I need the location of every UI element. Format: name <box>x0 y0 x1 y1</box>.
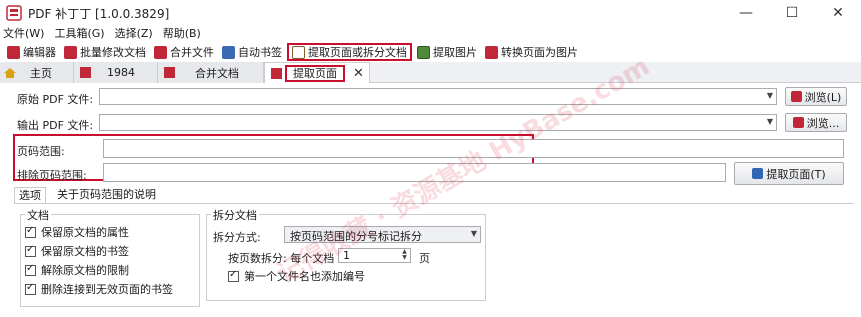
toolbar-editor-label: 编辑器 <box>23 46 56 59</box>
browse-output-button[interactable]: 浏览... <box>785 113 847 132</box>
checkbox-checked-icon <box>25 282 36 295</box>
pdf-icon <box>80 67 91 78</box>
tab-1984[interactable]: 1984 <box>74 62 158 83</box>
toolbar-auto-bookmark-button[interactable]: 自动书签 <box>219 43 285 61</box>
browse-source-button[interactable]: 浏览(L) <box>785 87 847 106</box>
split-group-title: 拆分文档 <box>211 207 259 223</box>
maximize-button[interactable]: ☐ <box>769 0 815 26</box>
minimize-button[interactable]: — <box>723 0 769 26</box>
split-method-value: 按页码范围的分号标记拆分 <box>290 230 422 243</box>
merge-icon <box>154 45 167 59</box>
batch-edit-icon <box>64 45 77 59</box>
toolbar-convert-label: 转换页面为图片 <box>501 46 578 59</box>
per-page-stepper[interactable]: 1 ▲ ▼ <box>338 248 411 263</box>
app-logo-icon <box>6 5 22 21</box>
source-file-label: 原始 PDF 文件: <box>17 93 94 106</box>
split-method-select[interactable]: 按页码范围的分号标记拆分 ▼ <box>284 226 481 243</box>
keep-bookmarks-checkbox[interactable]: 保留原文档的书签 <box>25 243 129 259</box>
pdf-icon <box>164 67 175 78</box>
chevron-down-icon: ▼ <box>766 117 773 126</box>
chevron-down-icon: ▼ <box>766 91 773 100</box>
convert-to-image-icon <box>485 45 498 59</box>
menu-bar: 文件(W) 工具箱(G) 选择(Z) 帮助(B) <box>0 26 861 42</box>
checkbox-checked-icon <box>25 225 36 238</box>
keep-properties-checkbox[interactable]: 保留原文档的属性 <box>25 224 129 240</box>
checkbox-checked-icon <box>25 244 36 257</box>
document-group-title: 文档 <box>25 207 51 223</box>
toolbar-auto-bookmark-label: 自动书签 <box>238 46 282 59</box>
toolbar-merge-button[interactable]: 合并文件 <box>151 43 217 61</box>
editor-icon <box>7 45 20 59</box>
tab-home-label: 主页 <box>30 66 52 80</box>
output-file-combobox[interactable]: ▼ <box>99 114 777 131</box>
tab-merge-docs[interactable]: 合并文档 <box>158 62 264 83</box>
stepper-arrows-icon[interactable]: ▲ ▼ <box>400 249 409 261</box>
toolbar-convert-button[interactable]: 转换页面为图片 <box>482 43 581 61</box>
window-title: PDF 补丁丁 [1.0.0.3829] <box>28 7 170 21</box>
toolbar-editor-button[interactable]: 编辑器 <box>4 43 59 61</box>
page-range-input[interactable] <box>103 139 844 158</box>
source-file-combobox[interactable]: ▼ <box>99 88 777 105</box>
home-icon <box>4 67 16 78</box>
tab-close-icon[interactable]: ✕ <box>353 66 364 81</box>
menu-select[interactable]: 选择(Z) <box>110 26 158 42</box>
page-range-label: 页码范围: <box>17 145 65 158</box>
first-file-number-checkbox[interactable]: 第一个文件名也添加编号 <box>228 268 365 284</box>
menu-help[interactable]: 帮助(B) <box>158 26 206 42</box>
menu-file[interactable]: 文件(W) <box>0 26 49 42</box>
toolbar-batch-edit-button[interactable]: 批量修改文档 <box>61 43 149 61</box>
pdf-icon <box>271 67 282 79</box>
remove-restrictions-label: 解除原文档的限制 <box>41 264 129 277</box>
toolbar-merge-label: 合并文件 <box>170 46 214 59</box>
first-file-number-label: 第一个文件名也添加编号 <box>244 270 365 283</box>
remove-restrictions-checkbox[interactable]: 解除原文档的限制 <box>25 262 129 278</box>
title-bar: PDF 补丁丁 [1.0.0.3829] — ☐ ✕ <box>0 0 861 26</box>
save-icon <box>752 168 764 179</box>
extract-images-icon <box>417 45 430 59</box>
tab-merge-docs-label: 合并文档 <box>195 66 239 80</box>
tab-extract-pages[interactable]: 提取页面 ✕ <box>264 62 370 83</box>
tab-home[interactable]: 主页 <box>0 62 74 83</box>
extract-pages-icon <box>292 45 305 59</box>
exclude-range-input[interactable] <box>103 163 726 182</box>
per-page-value: 1 <box>343 249 350 262</box>
toolbar-extract-split-button[interactable]: 提取页面或拆分文档 <box>287 43 412 61</box>
toolbar: 编辑器 批量修改文档 合并文件 自动书签 提取页面或拆分文档 提取图片 转换页面… <box>0 42 861 62</box>
toolbar-extract-images-label: 提取图片 <box>433 46 477 59</box>
exclude-range-label: 排除页码范围: <box>17 169 87 182</box>
keep-properties-label: 保留原文档的属性 <box>41 226 129 239</box>
document-tab-strip: 主页 1984 合并文档 提取页面 ✕ <box>0 62 861 83</box>
toolbar-extract-images-button[interactable]: 提取图片 <box>414 43 480 61</box>
browse-output-label: 浏览... <box>806 116 840 130</box>
delete-invalid-bookmarks-checkbox[interactable]: 删除连接到无效页面的书签 <box>25 281 173 297</box>
split-method-label: 拆分方式: <box>213 231 261 244</box>
pdf-icon <box>790 91 802 102</box>
output-file-label: 输出 PDF 文件: <box>17 119 94 132</box>
menu-toolbox[interactable]: 工具箱(G) <box>49 26 109 42</box>
chevron-down-icon: ▼ <box>470 229 477 238</box>
per-page-label: 按页数拆分: 每个文档 <box>228 252 335 265</box>
close-button[interactable]: ✕ <box>815 0 861 26</box>
delete-invalid-bookmarks-label: 删除连接到无效页面的书签 <box>41 283 173 296</box>
tab-1984-label: 1984 <box>107 66 135 79</box>
tab-extract-pages-label: 提取页面 <box>285 64 345 82</box>
pdf-icon <box>792 117 804 128</box>
toolbar-batch-edit-label: 批量修改文档 <box>80 46 146 59</box>
tab-page-range-help[interactable]: 关于页码范围的说明 <box>53 187 160 204</box>
bookmark-icon <box>222 45 235 59</box>
checkbox-checked-icon <box>25 263 36 276</box>
per-page-unit: 页 <box>419 252 430 265</box>
extract-pages-button-label: 提取页面(T) <box>766 167 826 181</box>
extract-pages-button[interactable]: 提取页面(T) <box>734 162 844 185</box>
toolbar-extract-split-label: 提取页面或拆分文档 <box>308 46 407 59</box>
keep-bookmarks-label: 保留原文档的书签 <box>41 245 129 258</box>
browse-source-label: 浏览(L) <box>804 90 842 104</box>
tab-options[interactable]: 选项 <box>14 187 46 204</box>
checkbox-checked-icon <box>228 269 239 282</box>
